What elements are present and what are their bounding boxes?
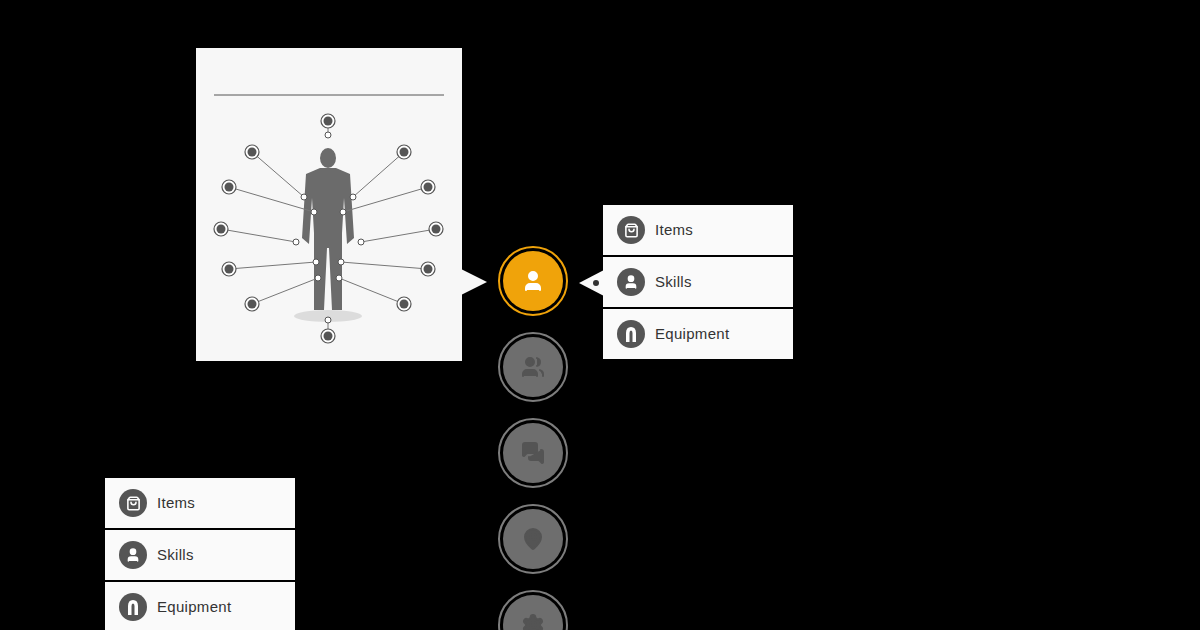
menu-item[interactable]: Items — [105, 478, 295, 528]
menu-item[interactable]: Skills — [603, 257, 793, 307]
character-panel — [196, 48, 462, 361]
nav-button[interactable] — [498, 418, 568, 488]
equipment-icon — [624, 326, 638, 342]
menu-item[interactable]: Skills — [105, 530, 295, 580]
menu-item[interactable]: Equipment — [105, 582, 295, 630]
panel-pointer-icon — [461, 269, 488, 295]
user-icon — [521, 269, 545, 293]
context-menu: ItemsSkillsEquipment — [603, 205, 793, 359]
menu-item-badge — [617, 320, 645, 348]
equipment-icon — [126, 599, 140, 615]
nav-button[interactable] — [498, 246, 568, 316]
nav-column — [498, 246, 568, 630]
person-icon — [125, 547, 141, 563]
nav-button[interactable] — [498, 590, 568, 630]
screen: ItemsSkillsEquipmentItemsSkillsEquipment — [0, 0, 1200, 630]
bag-icon — [126, 496, 141, 511]
menu-item-badge — [617, 216, 645, 244]
menu-item[interactable]: Items — [603, 205, 793, 255]
nav-button[interactable] — [498, 504, 568, 574]
menu-item-badge — [119, 489, 147, 517]
nav-button[interactable] — [498, 332, 568, 402]
menu-pointer-icon — [579, 270, 604, 296]
menu-item-badge — [119, 593, 147, 621]
menu-item[interactable]: Equipment — [603, 309, 793, 359]
bag-icon — [624, 223, 639, 238]
chat-icon — [521, 441, 545, 465]
context-menu: ItemsSkillsEquipment — [105, 478, 295, 630]
person-icon — [623, 274, 639, 290]
menu-item-badge — [617, 268, 645, 296]
menu-item-badge — [119, 541, 147, 569]
users-icon — [521, 355, 545, 379]
gear-icon — [521, 613, 545, 630]
map-pin-icon — [521, 527, 545, 551]
character-diagram — [196, 48, 462, 361]
